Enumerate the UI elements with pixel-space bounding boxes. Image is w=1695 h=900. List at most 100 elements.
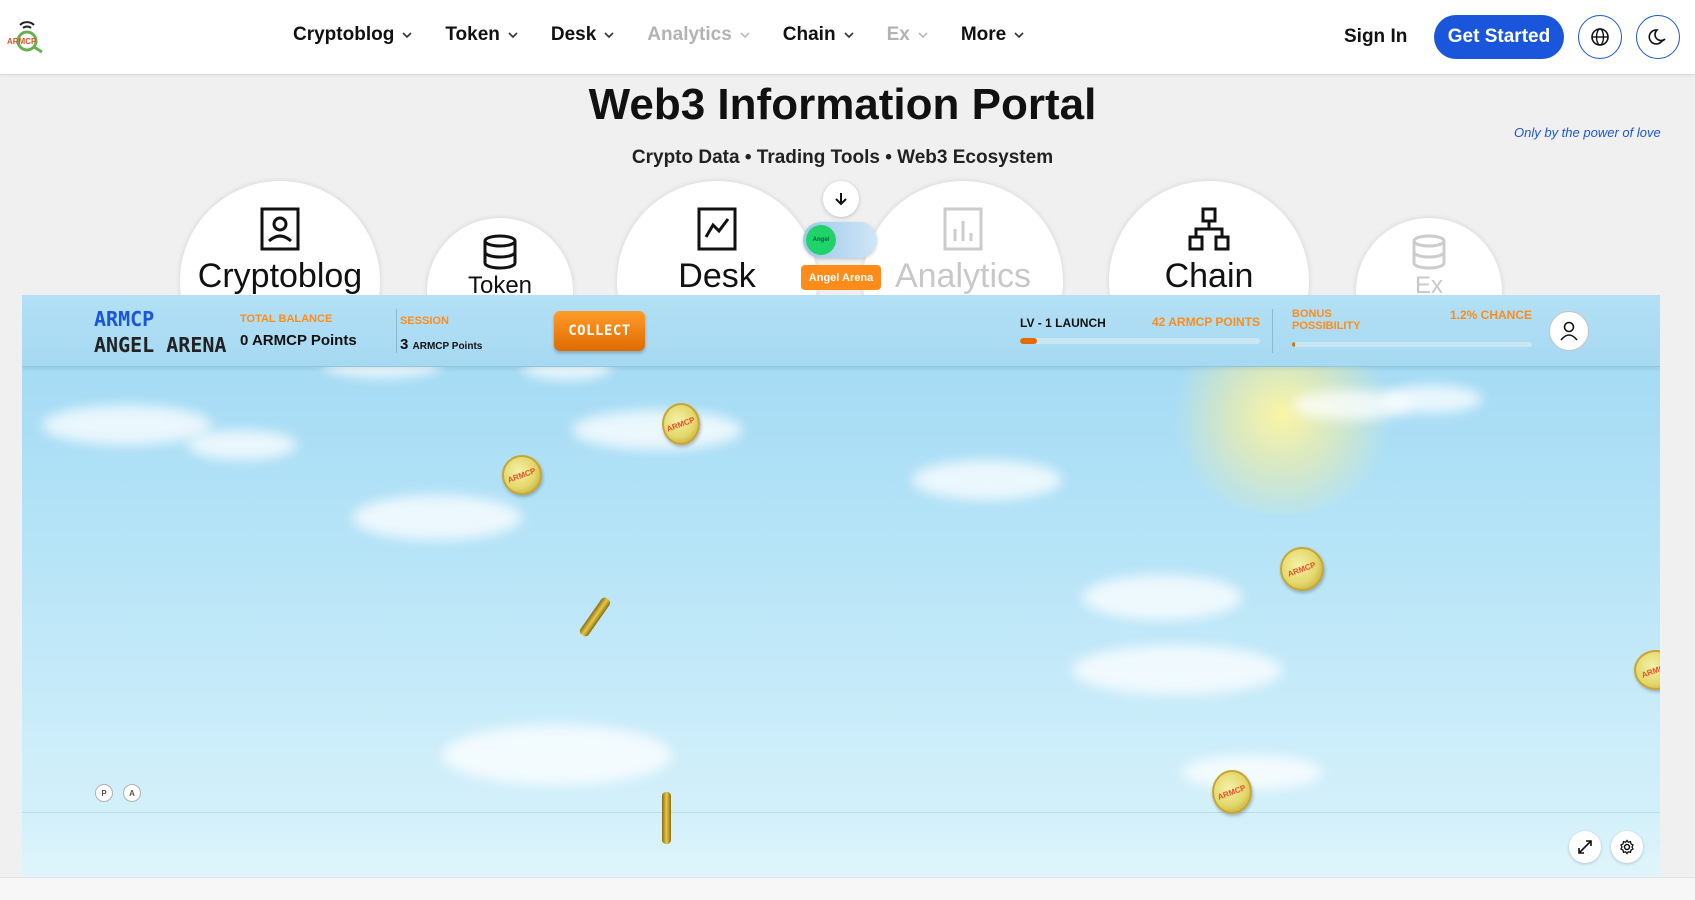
spinning-coin[interactable] — [578, 596, 612, 638]
map-pin-a[interactable]: A — [123, 784, 141, 802]
cloud — [187, 430, 297, 460]
database-icon — [483, 234, 517, 270]
circle-label: Cryptoblog — [197, 257, 363, 295]
total-balance-value: 0 ARMCP Points — [240, 332, 357, 349]
nav-label: Ex — [886, 24, 910, 45]
game-hud: ARMCP ANGEL ARENA TOTAL BALANCE 0 ARMCP … — [22, 295, 1660, 367]
chevron-down-icon — [604, 32, 614, 39]
cloud — [572, 410, 742, 450]
nav-label: Cryptoblog — [293, 24, 395, 45]
nav-label: Analytics — [647, 24, 732, 45]
chevron-down-icon — [740, 32, 750, 39]
language-button[interactable] — [1578, 15, 1622, 59]
spinning-coin[interactable] — [662, 792, 671, 844]
nav-label: Chain — [782, 24, 836, 45]
sign-in-link[interactable]: Sign In — [1344, 26, 1407, 48]
cloud — [912, 460, 1062, 500]
level-label: LV - 1 LAUNCH — [1020, 316, 1106, 330]
cloud — [442, 725, 672, 785]
profile-button[interactable] — [1549, 311, 1589, 351]
nav-analytics[interactable]: Analytics — [647, 24, 750, 46]
coin-label: ARMCP — [665, 414, 697, 434]
armcp-coin[interactable]: ARMCP — [1212, 770, 1252, 814]
cloud — [352, 495, 522, 540]
toggle-knob: Angel — [806, 225, 836, 255]
chevron-down-icon — [1014, 32, 1024, 39]
settings-button[interactable] — [1611, 831, 1643, 863]
coin-label: ARMCP — [506, 465, 538, 485]
circle-label: Desk — [678, 257, 756, 295]
database-icon — [1412, 234, 1446, 270]
nav-desk[interactable]: Desk — [551, 24, 614, 46]
circle-label: Chain — [1164, 257, 1254, 295]
page-subtitle: Crypto Data • Trading Tools • Web3 Ecosy… — [631, 147, 1054, 168]
game-brand-top: ARMCP — [94, 307, 155, 331]
session-unit: ARMCP Points — [412, 341, 483, 352]
divider — [396, 309, 397, 353]
bonus-label: BONUS — [1292, 308, 1332, 320]
bottom-strip — [0, 877, 1695, 900]
level-points: 42 ARMCP POINTS — [1152, 315, 1261, 329]
nav-token[interactable]: Token — [445, 24, 518, 46]
session-count: 3 — [400, 336, 409, 353]
angel-arena-toggle[interactable]: Angel — [803, 222, 877, 258]
expand-icon — [1578, 840, 1592, 854]
ground-plane — [22, 812, 1660, 877]
page-title: Web3 Information Portal — [588, 80, 1097, 129]
nav-label: Desk — [550, 24, 597, 45]
get-started-button[interactable]: Get Started — [1434, 15, 1564, 59]
divider — [1272, 309, 1273, 353]
scroll-down-button[interactable] — [823, 181, 859, 217]
bar-chart-icon — [943, 207, 983, 251]
nav-ex[interactable]: Ex — [887, 24, 928, 46]
session-label: SESSION — [400, 315, 449, 327]
cloud — [1082, 575, 1242, 620]
nav-chain[interactable]: Chain — [783, 24, 854, 46]
theme-toggle-button[interactable] — [1636, 15, 1680, 59]
map-pin-p[interactable]: P — [95, 784, 113, 802]
gear-icon — [1620, 839, 1634, 855]
chevron-down-icon — [843, 32, 854, 39]
coin-label: ARMCP — [1640, 660, 1660, 680]
armcp-coin[interactable]: ARMCP — [502, 455, 542, 495]
cloud — [1182, 755, 1322, 790]
bonus-progress-bar — [1292, 342, 1532, 347]
session-value: 3 ARMCP Points — [400, 336, 482, 353]
top-navbar: ARMCP Cryptoblog Token Desk Analytics Ch… — [0, 0, 1695, 75]
total-balance-label: TOTAL BALANCE — [240, 313, 333, 325]
hierarchy-icon — [1188, 207, 1230, 251]
game-brand-bottom: ANGEL ARENA — [94, 333, 227, 357]
user-icon — [1560, 321, 1578, 341]
nav-label: Token — [445, 24, 500, 45]
cloud — [1382, 385, 1482, 413]
armcp-coin[interactable]: ARMCP — [1634, 650, 1660, 690]
globe-icon — [1591, 28, 1609, 46]
level-progress-fill — [1020, 338, 1037, 344]
nav-more[interactable]: More — [961, 24, 1024, 46]
circle-label: Analytics — [894, 257, 1032, 295]
bonus-label-2: POSSIBILITY — [1292, 320, 1361, 332]
bonus-chance: 1.2% CHANCE — [1450, 308, 1533, 322]
armcp-coin[interactable]: ARMCP — [1280, 547, 1324, 591]
bonus-progress-fill — [1292, 342, 1295, 347]
nav-cryptoblog[interactable]: Cryptoblog — [293, 24, 412, 46]
svg-text:ARMCP: ARMCP — [7, 37, 37, 46]
cloud — [42, 405, 212, 445]
nav-label: More — [960, 24, 1007, 45]
armcp-coin[interactable]: ARMCP — [662, 403, 700, 445]
chevron-down-icon — [508, 32, 518, 39]
coin-label: ARMCP — [1216, 782, 1248, 802]
fullscreen-button[interactable] — [1569, 831, 1601, 863]
tagline: Only by the power of love — [1514, 125, 1661, 140]
main-nav: Cryptoblog Token Desk Analytics Chain Ex… — [293, 24, 1057, 46]
collect-button[interactable]: COLLECT — [554, 311, 645, 351]
armcp-logo[interactable]: ARMCP — [6, 17, 46, 53]
angel-arena-badge[interactable]: Angel Arena — [801, 265, 881, 290]
coin-label: ARMCP — [1286, 559, 1318, 579]
chevron-down-icon — [918, 32, 928, 39]
level-progress-bar — [1020, 338, 1260, 344]
moon-icon — [1648, 29, 1666, 45]
chevron-down-icon — [402, 32, 412, 39]
cloud — [1072, 645, 1282, 695]
angel-arena-game[interactable]: ARMCP ARMCP ARMCP ARMCP ARMCP ARMCP ANGE… — [22, 295, 1660, 877]
